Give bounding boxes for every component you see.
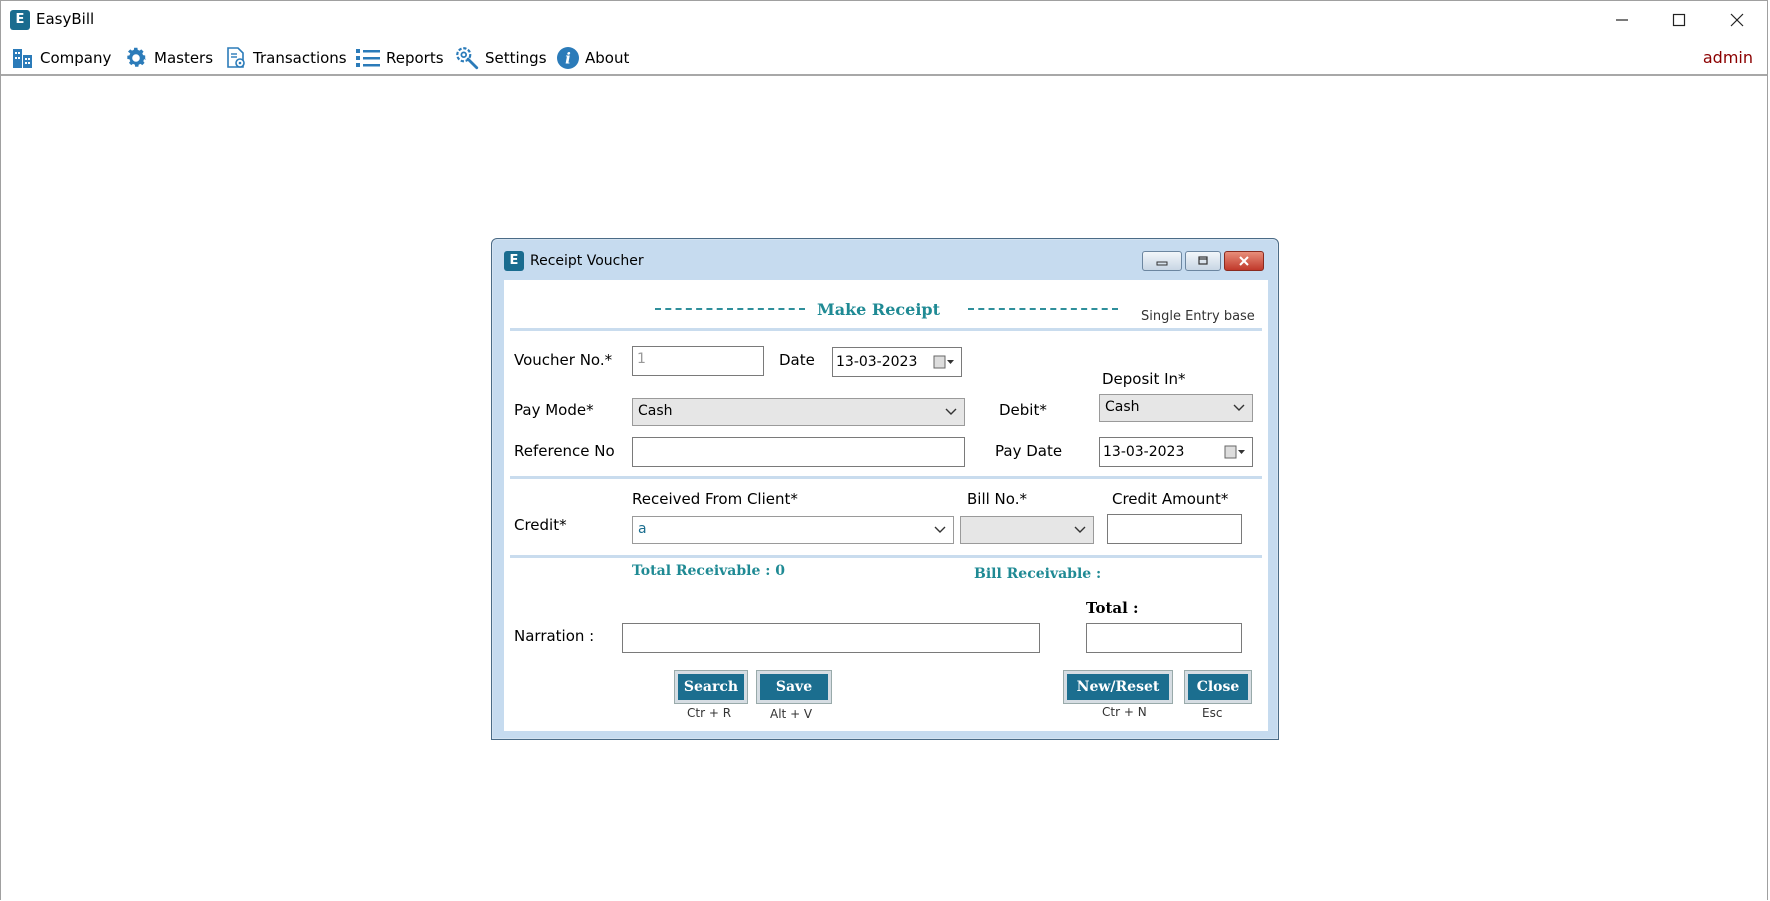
menu-about[interactable]: i About [556, 44, 629, 72]
debit-label: Debit* [999, 401, 1047, 419]
dialog-restore-button[interactable] [1185, 251, 1221, 271]
pay-mode-label: Pay Mode* [514, 401, 594, 419]
divider-middle [510, 476, 1262, 479]
received-from-value: a [638, 521, 647, 537]
app-logo-icon: E [10, 10, 30, 30]
list-icon [356, 49, 380, 67]
app-window: E EasyBill Company Masters Transactions … [0, 0, 1768, 901]
wrench-gear-icon [456, 47, 479, 70]
dialog-close-button[interactable] [1224, 251, 1264, 271]
search-button[interactable]: Search [674, 670, 748, 704]
deposit-in-select[interactable]: Cash [1099, 394, 1253, 422]
narration-label: Narration : [514, 627, 595, 645]
current-user[interactable]: admin [1703, 48, 1753, 67]
single-entry-label: Single Entry base [1141, 309, 1255, 324]
minimize-icon [1616, 19, 1628, 21]
make-receipt-heading: Make Receipt [817, 300, 940, 319]
credit-amount-input[interactable] [1107, 514, 1242, 544]
bill-receivable: Bill Receivable : [974, 566, 1102, 582]
received-from-label: Received From Client* [632, 490, 798, 508]
pay-date-value: 13-03-2023 [1103, 444, 1185, 460]
menu-company[interactable]: Company [11, 44, 111, 72]
date-label: Date [779, 351, 815, 369]
title-bar: E EasyBill [1, 1, 1767, 39]
dialog-logo-icon: E [504, 251, 524, 271]
menu-masters[interactable]: Masters [123, 44, 213, 72]
save-button[interactable]: Save [756, 670, 832, 704]
total-input[interactable] [1086, 623, 1242, 653]
menu-settings-label: Settings [485, 49, 547, 67]
divider-top [510, 328, 1262, 331]
heading-dash-left [655, 308, 805, 310]
close-icon [1730, 13, 1744, 27]
menu-about-label: About [585, 49, 630, 67]
pay-mode-select[interactable]: Cash [632, 398, 965, 426]
narration-input[interactable] [622, 623, 1040, 653]
pay-date-label: Pay Date [995, 442, 1063, 460]
chevron-down-icon [945, 408, 957, 415]
divider-lower [510, 555, 1262, 558]
minimize-button[interactable] [1594, 1, 1650, 39]
info-icon: i [557, 47, 579, 69]
close-shortcut-hint: Esc [1202, 706, 1223, 720]
search-shortcut-hint: Ctr + R [687, 706, 732, 720]
maximize-icon [1672, 13, 1686, 27]
deposit-in-value: Cash [1105, 399, 1140, 415]
voucher-no-input[interactable]: 1 [632, 346, 764, 376]
chevron-down-icon [934, 526, 946, 533]
menu-masters-label: Masters [154, 49, 214, 67]
new-reset-button[interactable]: New/Reset [1063, 670, 1173, 704]
calendar-dropdown-icon[interactable] [1224, 445, 1246, 459]
chevron-down-icon [1233, 404, 1245, 411]
svg-text:i: i [565, 50, 571, 68]
credit-label: Credit* [514, 516, 567, 534]
menu-settings[interactable]: Settings [454, 44, 547, 72]
menu-company-label: Company [40, 49, 112, 67]
bill-no-select[interactable] [960, 516, 1094, 544]
menu-bar: Company Masters Transactions Reports Set… [1, 40, 1767, 76]
minimize-icon [1156, 261, 1168, 266]
deposit-in-label: Deposit In* [1102, 370, 1186, 388]
close-button[interactable]: Close [1184, 670, 1252, 704]
gear-icon [127, 47, 147, 67]
restore-icon [1198, 256, 1208, 265]
maximize-button[interactable] [1651, 1, 1707, 39]
document-gear-icon [227, 47, 245, 68]
reference-no-input[interactable] [632, 437, 965, 467]
heading-dash-right [968, 308, 1118, 310]
save-shortcut-hint: Alt + V [770, 707, 813, 721]
chevron-down-icon [1074, 526, 1086, 533]
date-picker[interactable]: 13-03-2023 [832, 347, 962, 377]
total-receivable: Total Receivable : 0 [632, 563, 786, 579]
dialog-minimize-button[interactable] [1142, 251, 1182, 271]
menu-reports[interactable]: Reports [355, 44, 444, 72]
menu-transactions-label: Transactions [253, 49, 347, 67]
dialog-body: Make Receipt Single Entry base Voucher N… [504, 280, 1268, 731]
total-label: Total : [1086, 599, 1139, 617]
voucher-no-label: Voucher No.* [514, 351, 613, 369]
close-icon [1239, 256, 1249, 266]
date-value: 13-03-2023 [836, 354, 918, 370]
reference-no-label: Reference No [514, 442, 615, 460]
bill-no-label: Bill No.* [967, 490, 1027, 508]
app-title: EasyBill [36, 10, 95, 28]
building-icon [13, 49, 32, 68]
calendar-dropdown-icon[interactable] [933, 355, 955, 369]
pay-mode-value: Cash [638, 403, 673, 419]
received-from-client-select[interactable]: a [632, 516, 954, 544]
new-reset-shortcut-hint: Ctr + N [1102, 705, 1147, 719]
receipt-voucher-dialog: E Receipt Voucher Make Receipt Single En… [491, 238, 1279, 740]
pay-date-picker[interactable]: 13-03-2023 [1099, 437, 1253, 467]
credit-amount-label: Credit Amount* [1112, 490, 1229, 508]
dialog-title: Receipt Voucher [530, 253, 644, 269]
menu-transactions[interactable]: Transactions [224, 44, 347, 72]
menu-reports-label: Reports [386, 49, 444, 67]
window-close-button[interactable] [1709, 1, 1765, 39]
